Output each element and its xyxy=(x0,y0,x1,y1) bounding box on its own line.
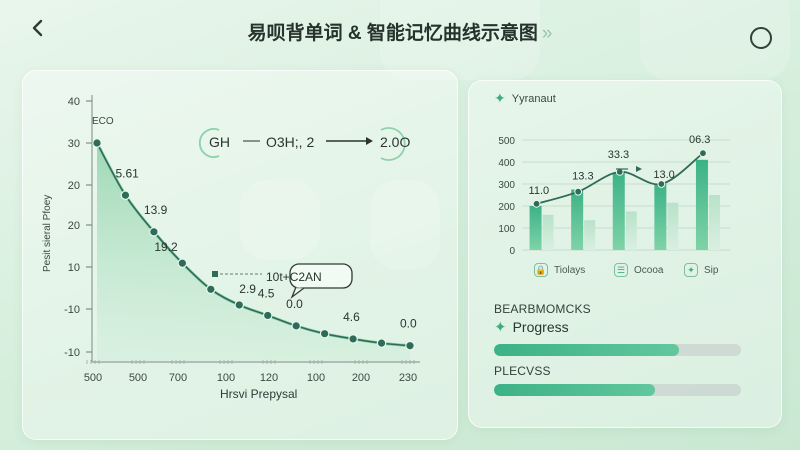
bar-value-label: 13.3 xyxy=(572,171,593,183)
bar-secondary xyxy=(625,211,637,250)
bar-primary xyxy=(654,184,667,250)
section-heading-2: PLECVSS xyxy=(494,364,551,378)
progress-bar-2 xyxy=(494,384,741,396)
legend-item-ocooa: ☰ Ocooa xyxy=(614,263,663,277)
legend-item-sip: ✦ Sip xyxy=(684,263,718,277)
bar-secondary xyxy=(584,220,596,250)
bar-value-label: 33.3 xyxy=(608,149,629,161)
bar-primary xyxy=(571,189,584,250)
legend-label: Tiolays xyxy=(554,264,586,276)
legend-label: Sip xyxy=(704,264,719,276)
section-heading-1: BEARBMOMCKS xyxy=(494,302,591,316)
progress-bar-fill xyxy=(494,384,655,396)
lock-icon: 🔒 xyxy=(534,263,548,277)
line-point xyxy=(699,149,707,158)
line-point xyxy=(574,187,583,196)
bar-y-tick-label: 300 xyxy=(498,180,515,191)
retention-bar-chart: 500 400 300 200 100 0 11.0 13.3 33.3 13.0 06.3 xyxy=(498,134,730,257)
progress-bar-1 xyxy=(494,344,741,356)
bar-value-label: 13.0 xyxy=(653,169,674,181)
bar-y-tick-label: 500 xyxy=(498,136,515,147)
progress-label: Progress xyxy=(512,319,569,335)
bar-y-tick-label: 0 xyxy=(509,246,515,257)
sparkle-icon: ✦ xyxy=(494,319,507,336)
sparkle-icon: ✦ xyxy=(684,263,698,277)
bar-primary xyxy=(695,159,708,250)
bar-value-label: 11.0 xyxy=(529,185,550,197)
bar-y-tick-label: 200 xyxy=(498,202,515,213)
bar-y-tick-label: 100 xyxy=(498,224,515,235)
bar-secondary xyxy=(708,195,720,250)
legend-label: Ocooa xyxy=(634,264,664,276)
bar-primary xyxy=(612,173,625,250)
line-point xyxy=(657,180,666,188)
line-point xyxy=(532,199,541,208)
annotation-arrow-icon xyxy=(636,166,642,172)
progress-bar-fill xyxy=(494,344,680,356)
bar-primary xyxy=(529,206,542,250)
legend-item-tiolays: 🔒 Tiolays xyxy=(534,263,585,277)
bar-secondary xyxy=(667,202,679,250)
bar-secondary xyxy=(542,214,554,250)
bar-y-tick-label: 400 xyxy=(498,158,515,169)
progress-heading: ✦ Progress xyxy=(494,318,569,336)
bar-value-label: 06.3 xyxy=(689,134,710,146)
document-icon: ☰ xyxy=(614,263,628,277)
